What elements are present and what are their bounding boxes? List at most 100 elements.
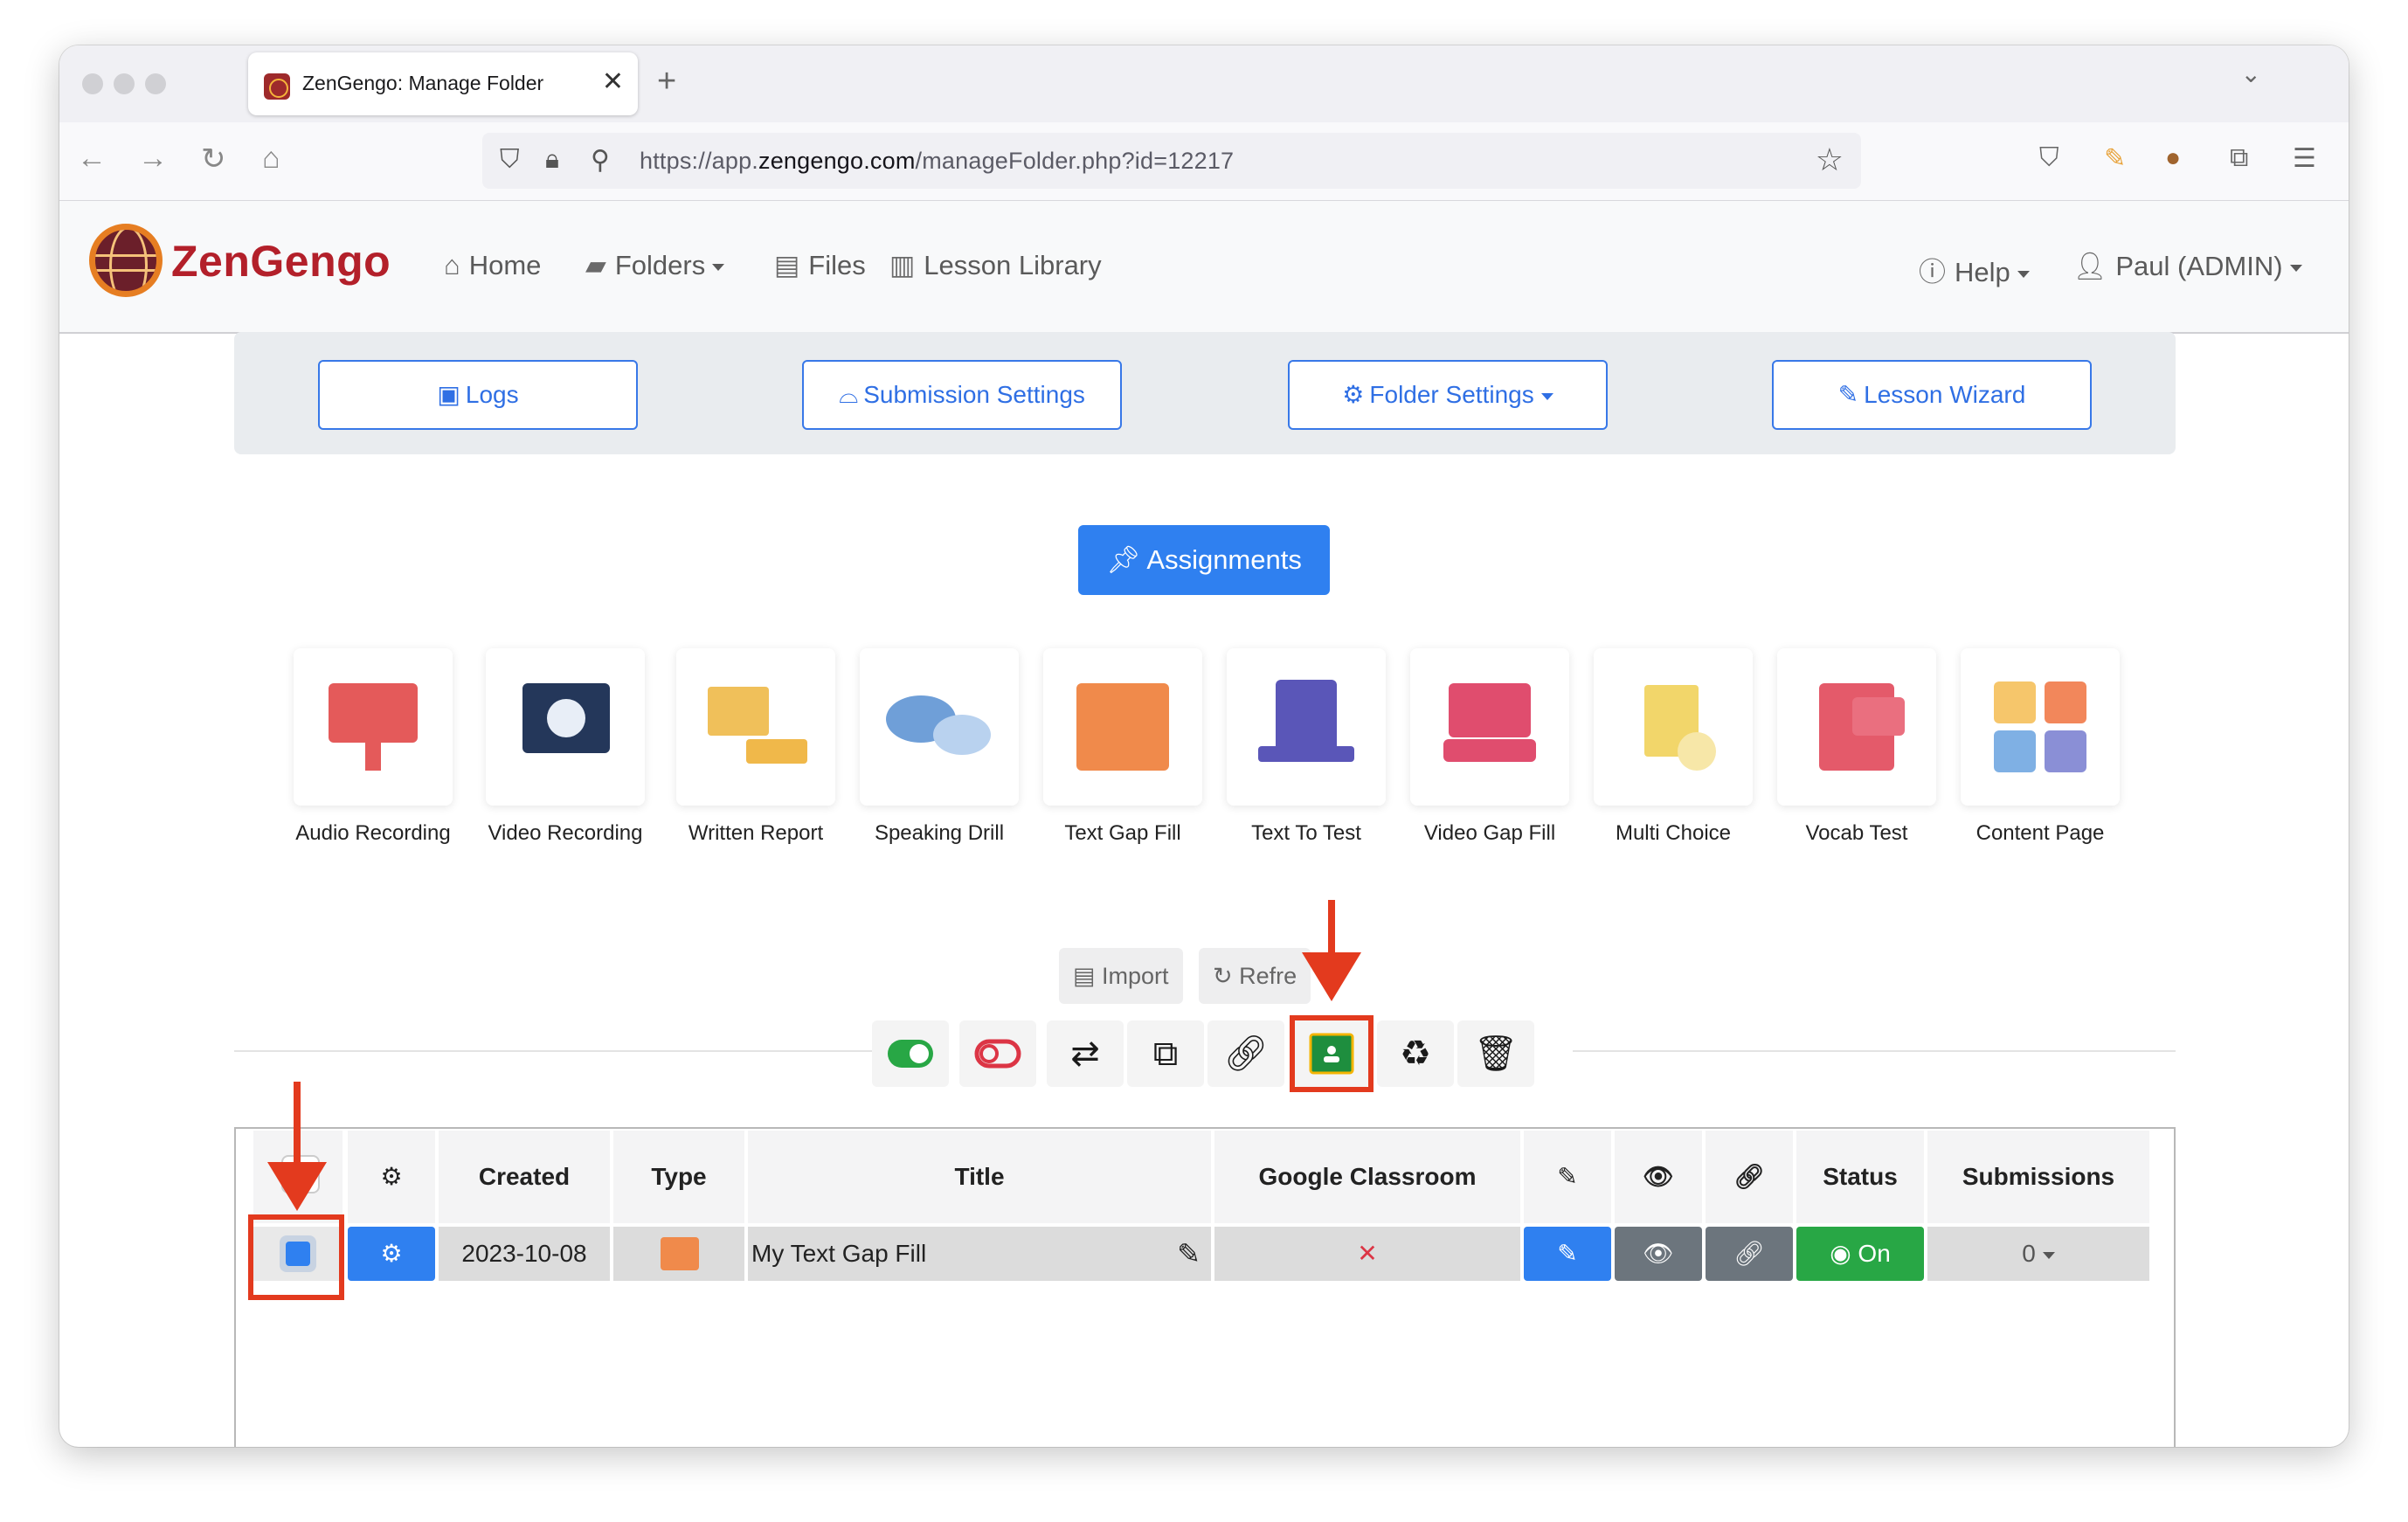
laptop-base-icon xyxy=(1258,746,1354,762)
card-video-gap-fill[interactable] xyxy=(1410,648,1569,806)
row-settings-button[interactable]: ⚙ xyxy=(348,1227,435,1281)
header-edit: ✎ xyxy=(1524,1131,1611,1223)
card-audio-recording[interactable] xyxy=(294,648,453,806)
cookie-icon[interactable]: ● xyxy=(2165,143,2181,173)
header-status[interactable]: Status xyxy=(1796,1131,1924,1223)
toggle-off-icon xyxy=(959,1020,1036,1087)
zoom-window-button[interactable] xyxy=(145,73,166,94)
annotation-highlight-box xyxy=(248,1214,344,1300)
card-text-to-test[interactable] xyxy=(1227,648,1386,806)
card-label: Text To Test xyxy=(1251,821,1361,845)
refresh-button[interactable]: ↻ Refre xyxy=(1199,948,1311,1004)
laptop-base-icon xyxy=(1443,739,1536,762)
url-text[interactable]: https://app.zengengo.com/manageFolder.ph… xyxy=(640,148,1234,175)
row-edit-button[interactable]: ✎ xyxy=(1524,1227,1611,1281)
card-vocab-test[interactable] xyxy=(1777,648,1936,806)
chevron-down-icon xyxy=(2017,270,2030,278)
favicon-icon xyxy=(264,73,290,100)
card-multi-choice[interactable] xyxy=(1594,648,1753,806)
header-type[interactable]: Type xyxy=(613,1131,744,1223)
row-link-button[interactable]: 🔗︎ xyxy=(1706,1227,1793,1281)
site-logo-text[interactable]: ZenGengo xyxy=(171,236,391,287)
pocket-icon[interactable]: ⛉ xyxy=(2039,143,2059,173)
gear-icon: ⚙ xyxy=(380,1163,403,1190)
header-title[interactable]: Title xyxy=(748,1131,1211,1223)
nav-home[interactable]: ⌂ Home xyxy=(444,250,541,281)
submission-settings-button[interactable]: ⌓ Submission Settings xyxy=(802,360,1122,430)
file-import-icon: ▤ xyxy=(1073,963,1103,989)
header-google-classroom[interactable]: Google Classroom xyxy=(1214,1131,1520,1223)
extensions-puzzle-icon[interactable]: ⧉ xyxy=(2230,143,2248,173)
row-status-toggle[interactable]: ◉ On xyxy=(1796,1227,1924,1281)
trash-icon: 🗑︎ xyxy=(1473,1034,1519,1073)
reload-icon[interactable]: ↻ xyxy=(201,142,226,176)
lock-icon[interactable]: 🔒︎ xyxy=(545,145,559,175)
card-label: Multi Choice xyxy=(1615,821,1732,845)
audio-recording-icon xyxy=(329,683,418,743)
back-arrow-icon[interactable]: ← xyxy=(77,142,107,176)
zengengo-logo-icon[interactable] xyxy=(89,224,163,297)
shield-icon[interactable]: ⛉ xyxy=(500,145,520,175)
browser-tab[interactable]: ZenGengo: Manage Folder ✕ xyxy=(248,52,638,115)
gear-icon: ⚙ xyxy=(1342,381,1365,408)
nav-user-menu[interactable]: 👤︎ Paul (ADMIN) xyxy=(2072,250,2302,282)
delete-button[interactable]: 🗑︎ xyxy=(1457,1020,1534,1087)
link-button[interactable]: 🔗︎ xyxy=(1207,1020,1284,1087)
card-content-page[interactable] xyxy=(1961,648,2120,806)
nav-files[interactable]: ▤ Files xyxy=(774,250,866,281)
move-button[interactable]: ⇄ xyxy=(1047,1020,1124,1087)
row-submissions-dropdown[interactable]: 0 xyxy=(1927,1227,2149,1281)
toggle-on-button[interactable] xyxy=(872,1020,949,1087)
permissions-icon[interactable]: ⚲ xyxy=(591,145,610,176)
folder-settings-button[interactable]: ⚙ Folder Settings xyxy=(1288,360,1608,430)
nav-folders[interactable]: ▰ Folders xyxy=(585,250,725,281)
row-preview-button[interactable]: 👁︎ xyxy=(1615,1227,1702,1281)
assignments-button[interactable]: 📌︎ Assignments xyxy=(1078,525,1330,595)
new-tab-button[interactable]: + xyxy=(657,63,676,100)
file-icon: ▤ xyxy=(774,250,800,280)
edit-title-icon[interactable]: ✎ xyxy=(1177,1227,1201,1281)
info-icon: ⓘ xyxy=(1919,257,1946,287)
extension-icon[interactable]: ✎ xyxy=(2104,143,2126,174)
recycle-button[interactable]: ♻ xyxy=(1377,1020,1454,1087)
card-written-report[interactable] xyxy=(676,648,835,806)
toggle-on-icon: ◉ xyxy=(1830,1240,1858,1267)
nav-lesson-library[interactable]: ▥ Lesson Library xyxy=(889,250,1102,281)
user-icon: 👤︎ xyxy=(2072,251,2107,281)
card-label: Audio Recording xyxy=(295,821,451,845)
tab-bar: ZenGengo: Manage Folder ✕ + ⌄ xyxy=(59,45,2349,122)
address-bar[interactable]: ⛉ 🔒︎ ⚲ https://app.zengengo.com/manageFo… xyxy=(482,133,1861,189)
card-label: Speaking Drill xyxy=(874,821,1005,845)
forward-arrow-icon[interactable]: → xyxy=(138,142,168,176)
magnifier-icon xyxy=(1678,732,1716,771)
toggle-off-button[interactable] xyxy=(959,1020,1036,1087)
header-created[interactable]: Created xyxy=(439,1131,610,1223)
gear-icon: ⚙ xyxy=(380,1240,403,1267)
chevron-down-icon xyxy=(1540,392,1553,400)
tab-list-chevron-icon[interactable]: ⌄ xyxy=(2241,59,2261,88)
close-window-button[interactable] xyxy=(82,73,103,94)
card-text-gap-fill[interactable] xyxy=(1043,648,1202,806)
assignments-table: ⚙ Created Type Title Google Classroom ✎ … xyxy=(234,1127,2176,1447)
import-button[interactable]: ▤ Import xyxy=(1059,948,1183,1004)
magic-wand-icon: ✎ xyxy=(1837,381,1859,408)
minimize-window-button[interactable] xyxy=(114,73,135,94)
link-icon: 🔗︎ xyxy=(1223,1034,1269,1073)
lesson-wizard-button[interactable]: ✎ Lesson Wizard xyxy=(1772,360,2092,430)
chat-bubble-icon xyxy=(933,715,991,755)
annotation-highlight-box xyxy=(1290,1015,1374,1092)
card-video-recording[interactable] xyxy=(486,648,645,806)
tab-close-icon[interactable]: ✕ xyxy=(602,66,624,97)
menu-icon[interactable]: ☰ xyxy=(2293,143,2316,174)
copy-button[interactable]: ⧉ xyxy=(1127,1020,1204,1087)
card-label: Text Gap Fill xyxy=(1064,821,1181,845)
header-submissions[interactable]: Submissions xyxy=(1927,1131,2149,1223)
tab-title: ZenGengo: Manage Folder xyxy=(302,72,544,94)
home-page-icon[interactable]: ⌂ xyxy=(262,142,280,176)
card-speaking-drill[interactable] xyxy=(860,648,1019,806)
nav-help[interactable]: ⓘ Help xyxy=(1919,250,2030,289)
logs-button[interactable]: ▣ Logs xyxy=(318,360,638,430)
divider xyxy=(234,1050,900,1052)
bookmark-star-icon[interactable]: ☆ xyxy=(1816,142,1844,178)
row-title[interactable]: My Text Gap Fill ✎ xyxy=(748,1227,1211,1281)
